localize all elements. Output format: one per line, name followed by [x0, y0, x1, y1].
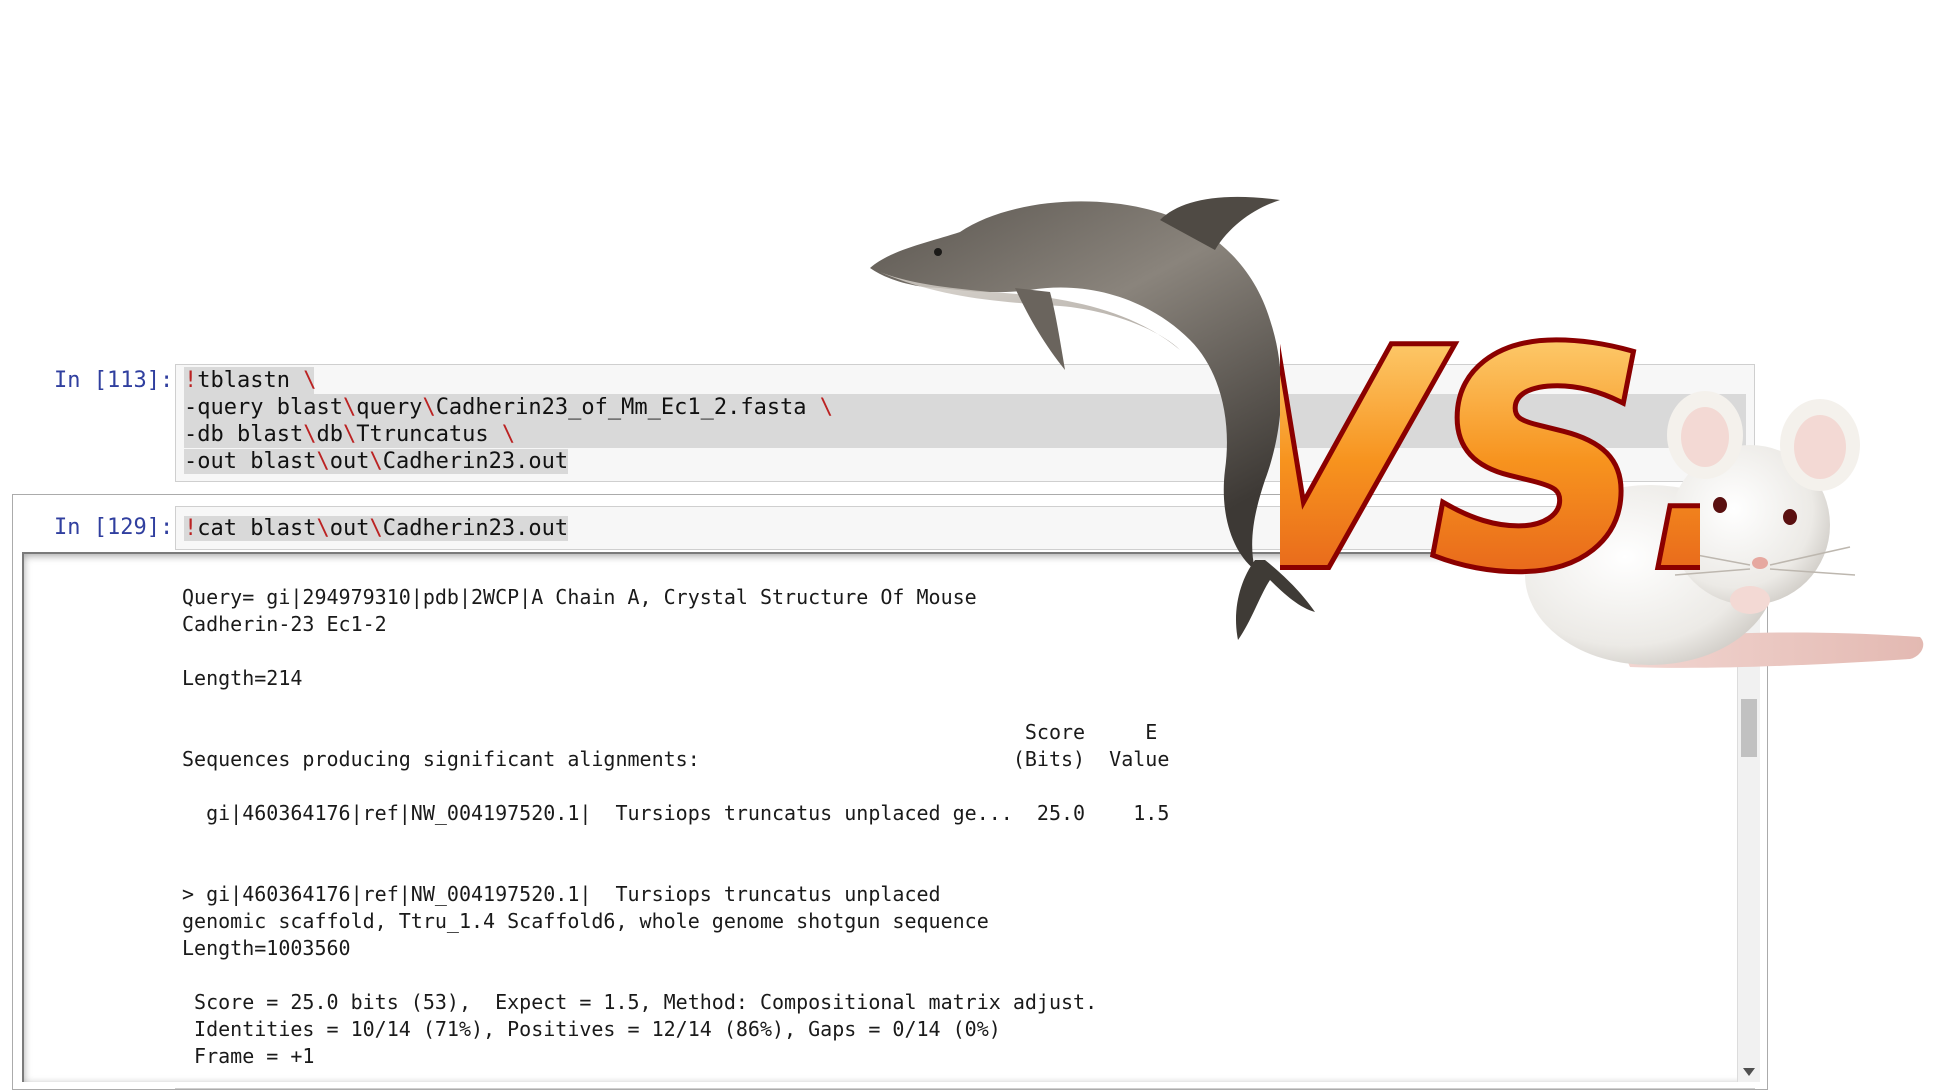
- code-text: Cadherin23_of_Mm_Ec1_2.fasta: [435, 395, 820, 420]
- code-text: -query blast: [184, 395, 343, 420]
- escape-token: \: [342, 422, 357, 447]
- code-text: Ttruncatus: [356, 422, 502, 447]
- escape-token: \: [501, 422, 516, 447]
- cell-129-prompt: In [129]:: [54, 515, 174, 540]
- escape-token: \: [819, 395, 834, 420]
- escape-token: \: [303, 368, 317, 393]
- cell-113-prompt: In [113]:: [54, 368, 174, 393]
- code-text: Cadherin23.out: [382, 516, 569, 541]
- code-line-1: !tblastn \: [184, 367, 317, 394]
- bang-token: !: [184, 368, 198, 393]
- bang-token: !: [184, 516, 198, 541]
- vs-text: VS.: [1280, 287, 1700, 636]
- code-text: db: [316, 422, 343, 447]
- scroll-down-arrow-icon[interactable]: [1743, 1068, 1755, 1076]
- code-text: tblastn: [197, 368, 304, 393]
- code-text: -db blast: [184, 422, 304, 447]
- code-text: cat blast: [197, 516, 317, 541]
- escape-token: \: [369, 516, 383, 541]
- code-text: out: [329, 449, 370, 474]
- code-text: Cadherin23.out: [382, 449, 569, 474]
- escape-token: \: [422, 395, 436, 420]
- scrollbar-thumb[interactable]: [1741, 699, 1757, 757]
- escape-token: \: [342, 395, 357, 420]
- escape-token: \: [303, 422, 317, 447]
- code-text: -out blast: [184, 449, 317, 474]
- escape-token: \: [316, 449, 330, 474]
- escape-token: \: [316, 516, 330, 541]
- vs-graphic: VS.: [1280, 282, 1700, 641]
- escape-token: \: [369, 449, 383, 474]
- cell-bottom-divider: [175, 1088, 1755, 1089]
- code-text: out: [329, 516, 370, 541]
- code-text: query: [356, 395, 423, 420]
